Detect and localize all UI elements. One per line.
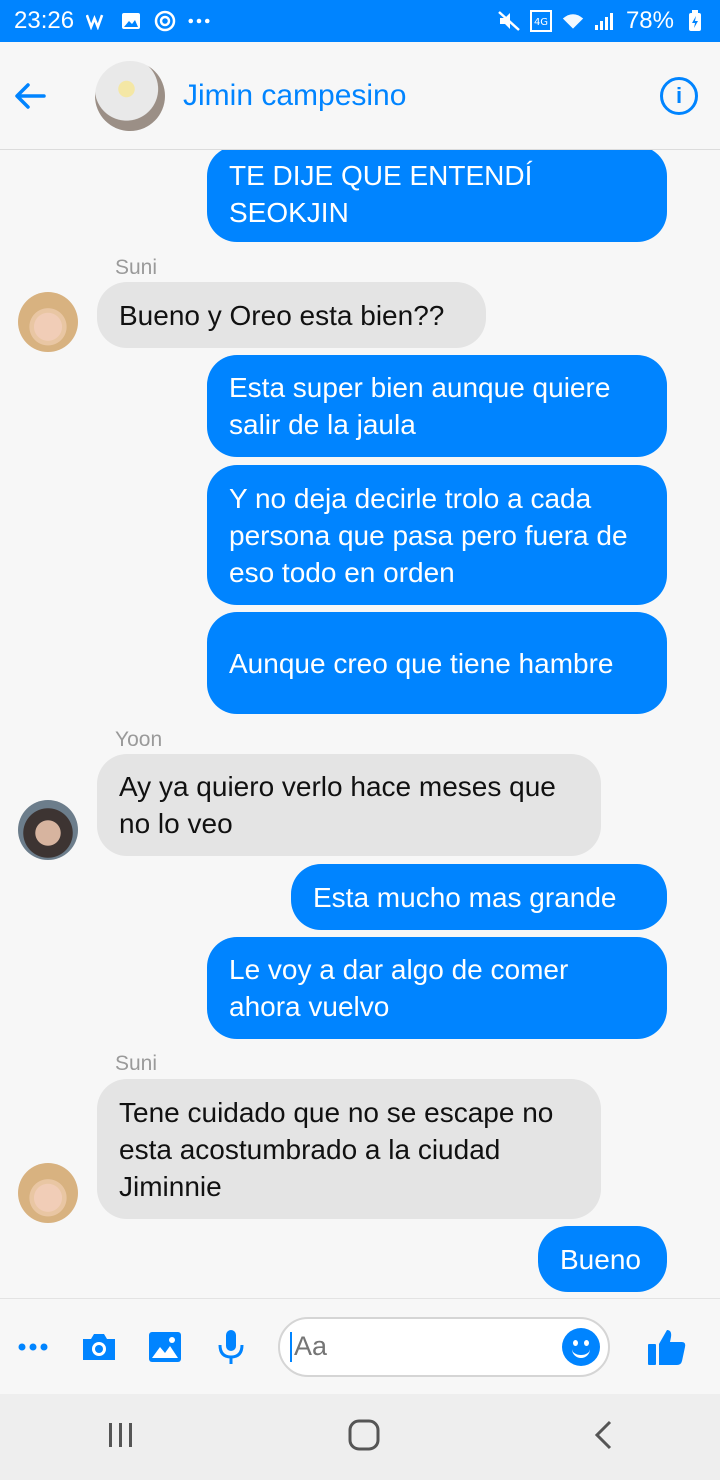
- like-icon: [648, 1329, 686, 1365]
- sender-label: Yoon: [115, 728, 163, 751]
- battery-percent: 78%: [625, 7, 674, 34]
- message-incoming[interactable]: Ay ya quiero verlo hace meses que no lo …: [97, 754, 601, 856]
- microphone-icon: [218, 1329, 244, 1364]
- svg-text:4G: 4G: [534, 17, 548, 28]
- back-button[interactable]: [0, 66, 60, 126]
- status-bar: 23:26 4G 78%: [0, 0, 720, 42]
- sender-label: Suni: [115, 256, 158, 279]
- message-input[interactable]: [294, 1331, 554, 1362]
- system-navigation-bar: [0, 1394, 720, 1480]
- recent-apps-button[interactable]: [107, 1422, 135, 1453]
- gallery-notification-icon: [120, 10, 142, 32]
- message-outgoing[interactable]: Y no deja decirle trolo a cada persona q…: [207, 465, 667, 605]
- voice-button[interactable]: [198, 1314, 264, 1380]
- emoji-icon[interactable]: [562, 1327, 600, 1366]
- avatar[interactable]: [18, 1163, 78, 1223]
- gallery-button[interactable]: [132, 1314, 198, 1380]
- message-outgoing[interactable]: Aunque creo que tiene hambre: [207, 612, 667, 714]
- message-outgoing[interactable]: Le voy a dar algo de comer ahora vuelvo: [207, 937, 667, 1039]
- battery-icon: [684, 10, 706, 32]
- more-icon: [18, 1343, 48, 1350]
- message-outgoing[interactable]: Esta mucho mas grande: [291, 864, 667, 930]
- composer-bar: [0, 1298, 720, 1394]
- avatar[interactable]: [18, 292, 78, 352]
- mute-icon: [498, 10, 520, 32]
- at-sign-icon: [154, 10, 176, 32]
- w-app-icon: [86, 10, 108, 32]
- text-caret: [290, 1331, 292, 1362]
- home-button[interactable]: [348, 1419, 380, 1456]
- status-time: 23:26: [14, 7, 75, 34]
- like-button[interactable]: [634, 1314, 700, 1380]
- message-outgoing[interactable]: Esta super bien aunque quiere salir de l…: [207, 355, 667, 457]
- message-outgoing[interactable]: TE DIJE QUE ENTENDÍ SEOKJIN: [207, 150, 667, 242]
- wifi-icon: [562, 10, 584, 32]
- recent-apps-icon: [108, 1422, 132, 1447]
- conversation-header: Jimin campesino i: [0, 42, 720, 150]
- message-outgoing[interactable]: Bueno: [538, 1226, 667, 1292]
- home-icon: [348, 1419, 380, 1450]
- image-icon: [149, 1331, 181, 1362]
- more-button[interactable]: [0, 1314, 66, 1380]
- info-button[interactable]: i: [660, 76, 698, 115]
- camera-button[interactable]: [66, 1314, 132, 1380]
- back-arrow-icon: [15, 82, 46, 109]
- avatar[interactable]: [18, 800, 78, 860]
- message-incoming[interactable]: Tene cuidado que no se escape no esta ac…: [97, 1079, 601, 1219]
- sender-label: Suni: [115, 1052, 158, 1075]
- contact-name[interactable]: Jimin campesino: [183, 79, 406, 113]
- volte-icon: 4G: [529, 10, 552, 32]
- camera-icon: [83, 1333, 115, 1360]
- back-nav-icon: [595, 1420, 612, 1449]
- info-icon: i: [675, 82, 683, 108]
- message-incoming[interactable]: Bueno y Oreo esta bien??: [97, 282, 486, 348]
- back-nav-button[interactable]: [593, 1420, 613, 1455]
- contact-avatar[interactable]: [95, 60, 165, 131]
- more-notifications-icon: [188, 10, 210, 32]
- message-list[interactable]: TE DIJE QUE ENTENDÍ SEOKJIN Suni Bueno y…: [0, 150, 720, 1298]
- message-input-container[interactable]: [278, 1316, 610, 1377]
- signal-icon: [594, 10, 616, 32]
